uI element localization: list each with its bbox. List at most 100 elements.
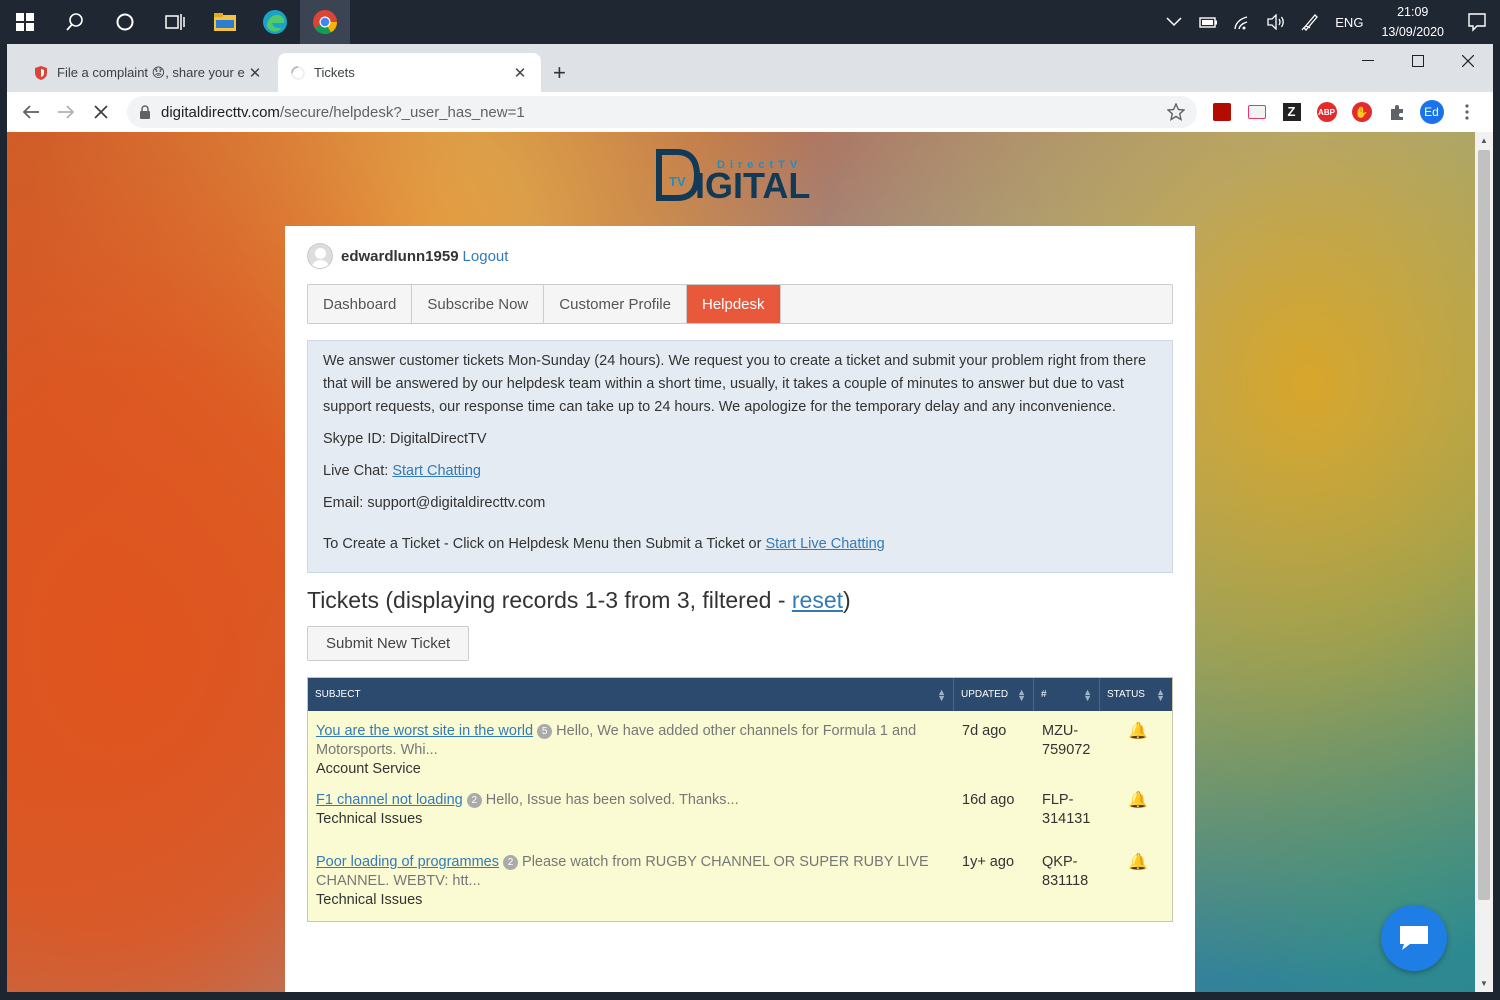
tickets-table: SUBJECT ▲ ▼ UPDATED ▲ ▼ # ▲ ▼ STATUS ▲ ▼ You are… [307, 677, 1173, 922]
column-subject[interactable]: SUBJECT ▲ ▼ [308, 678, 954, 711]
clock[interactable]: 21:09 13/09/2020 [1371, 2, 1454, 42]
reply-count-badge: 5 [537, 724, 553, 739]
back-arrow-icon[interactable] [13, 92, 48, 132]
table-row: You are the worst site in the world 5 He… [308, 711, 1172, 791]
address-bar[interactable]: digitaldirecttv.com/secure/helpdesk?_use… [127, 96, 1197, 128]
maximize-icon[interactable] [1393, 44, 1443, 78]
ticket-subject-cell: You are the worst site in the world 5 He… [308, 722, 954, 791]
sort-icon: ▲ ▼ [1156, 686, 1165, 703]
close-tab-icon[interactable]: ✕ [511, 64, 529, 82]
digital-directtv-logo[interactable]: TV DirectTV IGITAL [655, 140, 825, 206]
logout-link[interactable]: Logout [463, 248, 509, 265]
logo-digital: IGITAL [695, 165, 810, 202]
table-body: You are the worst site in the world 5 He… [308, 711, 1172, 921]
user-avatar [307, 243, 333, 269]
column-status-label: STATUS [1107, 689, 1145, 700]
tickets-heading: Tickets (displaying records 1-3 from 3, … [307, 587, 1173, 614]
start-live-chatting-link[interactable]: Start Live Chatting [765, 536, 884, 552]
helpdesk-panel: edwardlunn1959 Logout Dashboard Subscrib… [285, 226, 1195, 992]
table-row: F1 channel not loading 2 Hello, Issue ha… [308, 791, 1172, 853]
extensions-bar: Z ABP ✋ Ed [1204, 92, 1484, 132]
wifi-icon[interactable] [1225, 0, 1259, 44]
windows-taskbar: ENG 21:09 13/09/2020 [0, 0, 1500, 44]
main-nav: Dashboard Subscribe Now Customer Profile… [307, 284, 1173, 324]
ticket-updated: 16d ago [962, 792, 1015, 808]
zotero-extension-icon[interactable]: Z [1274, 92, 1309, 132]
ticket-subject-link[interactable]: F1 channel not loading [316, 792, 463, 808]
username: edwardlunn1959 [341, 247, 459, 265]
page-scrollbar[interactable]: ▲ ▼ [1475, 132, 1493, 992]
status-bell-icon: 🔔 [1128, 854, 1148, 871]
pdf-extension-icon[interactable] [1204, 92, 1239, 132]
status-bell-icon: 🔔 [1128, 792, 1148, 809]
close-window-icon[interactable] [1443, 44, 1493, 78]
close-tab-icon[interactable]: ✕ [246, 64, 264, 82]
table-header: SUBJECT ▲ ▼ UPDATED ▲ ▼ # ▲ ▼ STATUS ▲ ▼ [308, 678, 1172, 711]
info-skype: Skype ID: DigitalDirectTV [323, 431, 487, 447]
battery-icon[interactable] [1191, 0, 1225, 44]
sort-icon: ▲ ▼ [1017, 686, 1026, 703]
task-view-icon[interactable] [150, 0, 200, 44]
submit-new-ticket-button[interactable]: Submit New Ticket [307, 626, 470, 661]
column-status[interactable]: STATUS ▲ ▼ [1100, 678, 1172, 711]
create-ticket-text: To Create a Ticket - Click on Helpdesk M… [323, 536, 766, 552]
tab-helpdesk[interactable]: Helpdesk [686, 285, 781, 323]
new-tab-button[interactable]: + [553, 60, 566, 86]
chevron-up-icon[interactable] [1157, 0, 1191, 44]
ticket-id: QKP-831118 [1042, 854, 1089, 889]
status-bell-icon: 🔔 [1128, 723, 1148, 740]
pen-icon[interactable] [1293, 0, 1327, 44]
adblock-plus-extension-icon[interactable]: ABP [1309, 92, 1344, 132]
loading-spinner-icon [291, 65, 305, 80]
table-row: Poor loading of programmes 2 Please watc… [308, 853, 1172, 921]
puzzle-extensions-icon[interactable] [1379, 92, 1414, 132]
minimize-icon[interactable] [1343, 44, 1393, 78]
tab-file-complaint[interactable]: File a complaint 😟, share your e ✕ [21, 53, 276, 92]
user-bar: edwardlunn1959 Logout [307, 242, 1173, 270]
info-email: Email: support@digitaldirecttv.com [323, 495, 546, 511]
helpdesk-info-box: We answer customer tickets Mon-Sunday (2… [307, 340, 1173, 573]
search-icon[interactable] [50, 0, 100, 44]
ticket-subject-link[interactable]: You are the worst site in the world [316, 723, 533, 739]
ticket-updated: 1y+ ago [962, 854, 1015, 870]
stop-loading-icon[interactable] [83, 92, 118, 132]
windows-start-icon[interactable] [0, 0, 50, 44]
tab-subscribe-now[interactable]: Subscribe Now [412, 285, 545, 323]
notification-icon[interactable] [1454, 0, 1500, 44]
ticket-category: Account Service [316, 761, 421, 777]
url-host: digitaldirecttv.com [161, 103, 280, 121]
adblock-extension-icon[interactable]: ✋ [1344, 92, 1379, 132]
bookmark-star-icon[interactable] [1167, 103, 1185, 121]
tickets-heading-close: ) [843, 587, 851, 613]
live-chat-button[interactable] [1381, 905, 1447, 971]
lock-icon [140, 105, 150, 119]
reply-count-badge: 2 [503, 855, 518, 870]
tab-strip: File a complaint 😟, share your e ✕ Ticke… [7, 44, 1493, 92]
tab-customer-profile[interactable]: Customer Profile [544, 285, 687, 323]
scroll-thumb[interactable] [1478, 150, 1490, 900]
info-live-chat: Live Chat: Start Chatting [323, 460, 1157, 483]
edge-icon[interactable] [250, 0, 300, 44]
language-indicator[interactable]: ENG [1327, 15, 1371, 30]
volume-icon[interactable] [1259, 0, 1293, 44]
forward-arrow-icon[interactable] [48, 92, 83, 132]
cortana-icon[interactable] [100, 0, 150, 44]
profile-avatar[interactable]: Ed [1414, 92, 1449, 132]
chrome-icon[interactable] [300, 0, 350, 44]
ticket-category: Technical Issues [316, 892, 423, 908]
scroll-down-arrow-icon[interactable]: ▼ [1475, 979, 1493, 988]
column-number[interactable]: # ▲ ▼ [1034, 678, 1100, 711]
menu-kebab-icon[interactable] [1449, 92, 1484, 132]
tab-dashboard[interactable]: Dashboard [308, 285, 413, 323]
ticket-subject-cell: Poor loading of programmes 2 Please watc… [308, 853, 954, 921]
ticket-subject-link[interactable]: Poor loading of programmes [316, 854, 499, 870]
column-updated[interactable]: UPDATED ▲ ▼ [954, 678, 1034, 711]
reply-count-badge: 2 [466, 793, 482, 808]
reset-link[interactable]: reset [792, 587, 843, 613]
tab-tickets[interactable]: Tickets ✕ [278, 53, 541, 92]
file-explorer-icon[interactable] [200, 0, 250, 44]
scroll-up-arrow-icon[interactable]: ▲ [1475, 136, 1493, 145]
start-chatting-link[interactable]: Start Chatting [392, 463, 481, 479]
pdf-convert-extension-icon[interactable] [1239, 92, 1274, 132]
tab-title: File a complaint 😟, share your e [57, 64, 245, 80]
